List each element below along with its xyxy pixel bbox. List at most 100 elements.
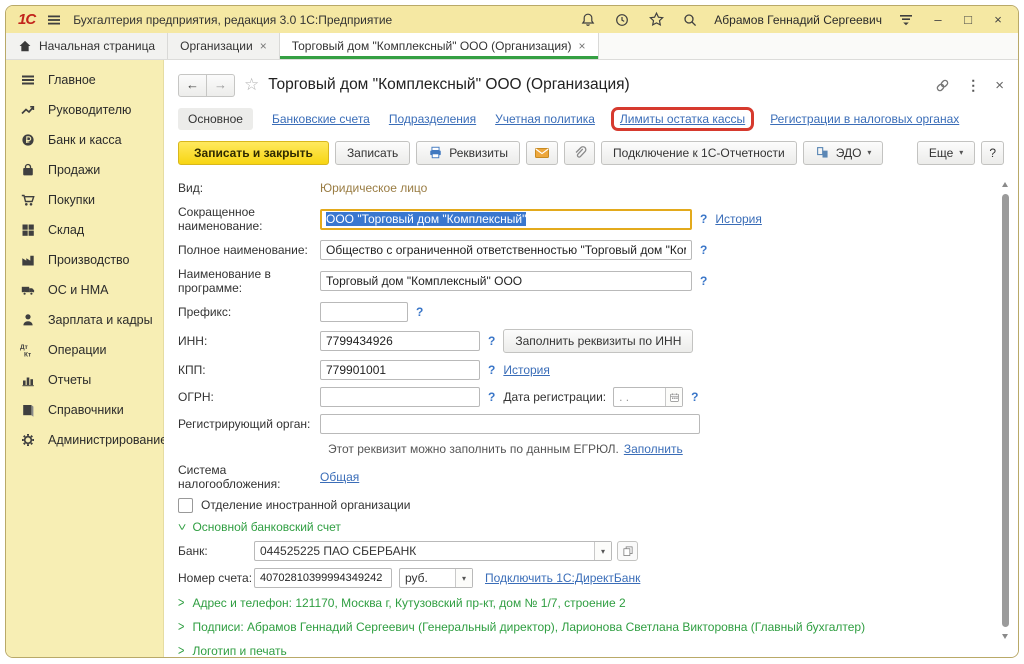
help-icon[interactable]: ? [700, 243, 707, 257]
more-menu-icon[interactable]: ⋮ [966, 77, 980, 94]
send-email-button[interactable] [526, 141, 558, 165]
field-row-inn: ИНН: ? Заполнить реквизиты по ИНН [178, 329, 1004, 353]
scroll-down-arrow-icon[interactable] [1002, 634, 1008, 639]
form-header: ← → ☆ Торговый дом "Комплексный" ООО (Ор… [164, 60, 1018, 100]
program-name-input[interactable] [320, 271, 692, 291]
nav-link-tax-registrations[interactable]: Регистрации в налоговых органах [770, 112, 959, 126]
help-icon[interactable]: ? [488, 390, 495, 404]
sidebar-item-directories[interactable]: Справочники [6, 395, 163, 425]
attachments-button[interactable] [564, 141, 595, 165]
notifications-button[interactable] [578, 10, 598, 30]
favorites-button[interactable] [646, 10, 666, 30]
sidebar-item-fixed-assets[interactable]: ОС и НМА [6, 275, 163, 305]
chevron-down-icon[interactable]: ▾ [455, 569, 472, 587]
current-user[interactable]: Абрамов Геннадий Сергеевич [714, 13, 882, 27]
main-menu-button[interactable] [44, 10, 64, 30]
sidebar-item-label: Администрирование [48, 433, 167, 447]
scroll-up-arrow-icon[interactable] [1002, 182, 1008, 187]
prefix-input[interactable] [320, 302, 408, 322]
favorite-star-icon[interactable]: ☆ [244, 75, 259, 95]
nav-link-main[interactable]: Основное [178, 108, 253, 130]
service-menu-button[interactable] [896, 10, 916, 30]
forward-button[interactable]: → [207, 74, 235, 97]
reg-date-input[interactable]: . . [613, 387, 683, 407]
more-button[interactable]: Еще ▾ [917, 141, 975, 165]
open-bank-button[interactable] [617, 541, 638, 561]
sidebar-item-bank-cash[interactable]: Банк и касса [6, 125, 163, 155]
foreign-branch-checkbox[interactable] [178, 498, 193, 513]
reg-organ-input[interactable] [320, 414, 700, 434]
inn-input[interactable] [320, 331, 480, 351]
sidebar-item-label: Операции [48, 343, 106, 357]
sidebar-item-warehouse[interactable]: Склад [6, 215, 163, 245]
help-button[interactable]: ? [981, 141, 1004, 165]
sidebar-item-main[interactable]: Главное [6, 65, 163, 95]
sidebar-item-purchases[interactable]: Покупки [6, 185, 163, 215]
highlight-annotation: Лимиты остатка кассы [611, 107, 754, 131]
sidebar-item-salary-hr[interactable]: Зарплата и кадры [6, 305, 163, 335]
sidebar-item-production[interactable]: Производство [6, 245, 163, 275]
sections-panel: Главное Руководителю Банк и касса Продаж… [6, 60, 164, 658]
star-icon [648, 11, 665, 28]
chevron-down-icon[interactable]: ▾ [594, 542, 611, 560]
minimize-button[interactable]: – [930, 12, 946, 27]
sidebar-item-sales[interactable]: Продажи [6, 155, 163, 185]
short-name-input[interactable]: ООО "Торговый дом "Комплексный" [320, 209, 692, 230]
maximize-button[interactable]: □ [960, 12, 976, 27]
section-address-phone[interactable]: > Адрес и телефон: 121170, Москва г, Кут… [178, 595, 1004, 611]
edo-button[interactable]: ЭДО ▾ [803, 141, 884, 165]
search-button[interactable] [680, 10, 700, 30]
page-title: Торговый дом "Комплексный" ООО (Организа… [268, 76, 629, 94]
sidebar-item-administration[interactable]: Администрирование [6, 425, 163, 455]
help-icon[interactable]: ? [700, 274, 707, 288]
bank-combo[interactable]: 044525225 ПАО СБЕРБАНК ▾ [254, 541, 612, 561]
bank-section-header[interactable]: > Основной банковский счет [178, 519, 1004, 535]
section-logo-stamp[interactable]: > Логотип и печать [178, 643, 1004, 658]
connect-1c-reporting-button[interactable]: Подключение к 1С-Отчетности [601, 141, 797, 165]
save-button[interactable]: Записать [335, 141, 410, 165]
vertical-scrollbar[interactable] [1002, 194, 1009, 627]
nav-link-departments[interactable]: Подразделения [389, 112, 476, 126]
short-name-history-link[interactable]: История [715, 212, 762, 226]
kpp-history-link[interactable]: История [503, 363, 550, 377]
requisites-button[interactable]: Реквизиты [416, 141, 520, 165]
history-button[interactable] [612, 10, 632, 30]
sidebar-item-operations[interactable]: ДтКт Операции [6, 335, 163, 365]
field-row-bank: Банк: 044525225 ПАО СБЕРБАНК ▾ [178, 541, 1004, 561]
tab-home[interactable]: Начальная страница [6, 33, 168, 59]
get-link-icon[interactable] [934, 77, 951, 94]
nav-link-accounting-policy[interactable]: Учетная политика [495, 112, 595, 126]
currency-combo[interactable]: руб. ▾ [399, 568, 473, 588]
help-icon[interactable]: ? [416, 305, 423, 319]
book-icon [20, 402, 36, 418]
close-icon[interactable]: × [579, 39, 586, 53]
sidebar-item-reports[interactable]: Отчеты [6, 365, 163, 395]
fill-by-inn-button[interactable]: Заполнить реквизиты по ИНН [503, 329, 693, 353]
ogrn-input[interactable] [320, 387, 480, 407]
close-window-button[interactable]: × [990, 12, 1006, 27]
full-name-input[interactable] [320, 240, 692, 260]
nav-link-cash-limits[interactable]: Лимиты остатка кассы [620, 112, 745, 126]
tab-organizations[interactable]: Организации × [168, 33, 280, 59]
sidebar-item-manager[interactable]: Руководителю [6, 95, 163, 125]
kpp-input[interactable] [320, 360, 480, 380]
chevron-down-icon: ▾ [959, 148, 963, 157]
back-button[interactable]: ← [178, 74, 207, 97]
tax-system-link[interactable]: Общая [320, 470, 359, 484]
help-icon[interactable]: ? [691, 390, 698, 404]
section-signatures[interactable]: > Подписи: Абрамов Геннадий Сергеевич (Г… [178, 619, 1004, 635]
field-label: Полное наименование: [178, 243, 320, 257]
directbank-link[interactable]: Подключить 1С:ДиректБанк [485, 571, 640, 585]
help-icon[interactable]: ? [488, 363, 495, 377]
account-number-input[interactable] [254, 568, 392, 588]
save-and-close-button[interactable]: Записать и закрыть [178, 141, 329, 165]
egrul-fill-link[interactable]: Заполнить [624, 442, 683, 456]
chevron-down-icon: > [174, 524, 189, 530]
nav-link-bank-accounts[interactable]: Банковские счета [272, 112, 370, 126]
tab-organization-card[interactable]: Торговый дом "Комплексный" ООО (Организа… [280, 33, 599, 59]
close-icon[interactable]: × [260, 39, 267, 53]
close-form-icon[interactable]: × [995, 77, 1004, 94]
calendar-icon[interactable] [665, 388, 682, 406]
help-icon[interactable]: ? [700, 212, 707, 226]
help-icon[interactable]: ? [488, 334, 495, 348]
